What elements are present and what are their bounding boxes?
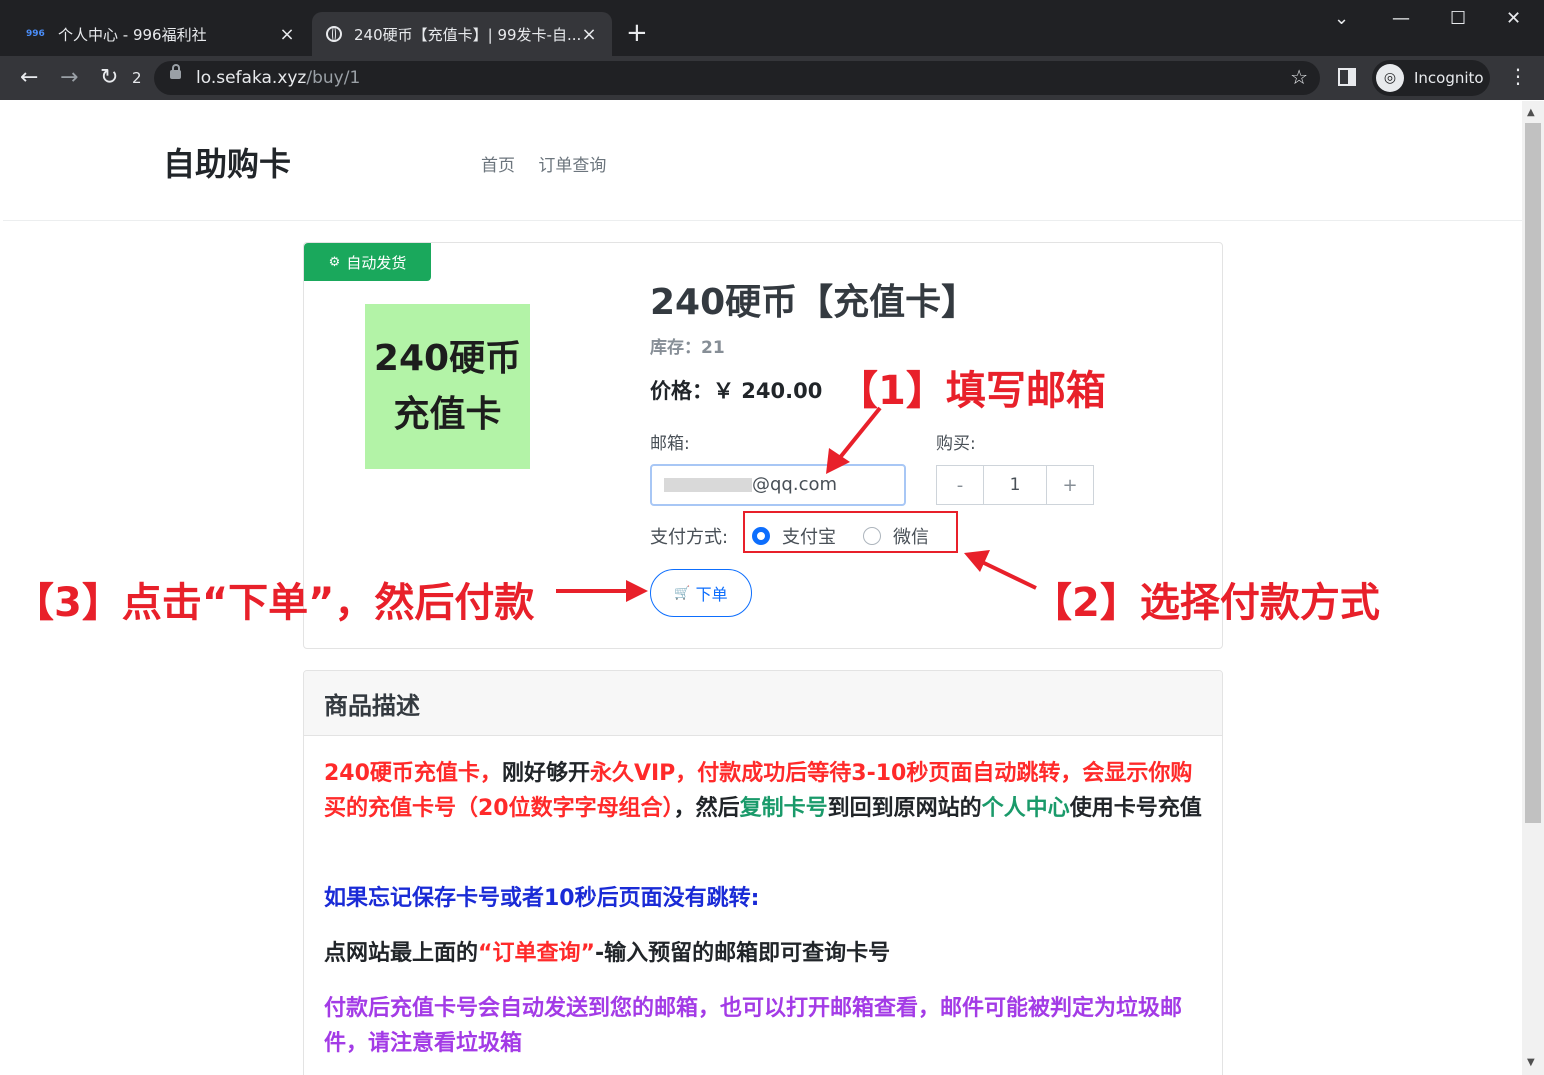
arrow-head-order — [626, 580, 648, 602]
arrow-head-payment — [964, 550, 990, 572]
arrow-to-payment — [981, 560, 1037, 590]
annotation-arrows — [556, 406, 1037, 602]
arrow-to-email — [836, 406, 882, 462]
